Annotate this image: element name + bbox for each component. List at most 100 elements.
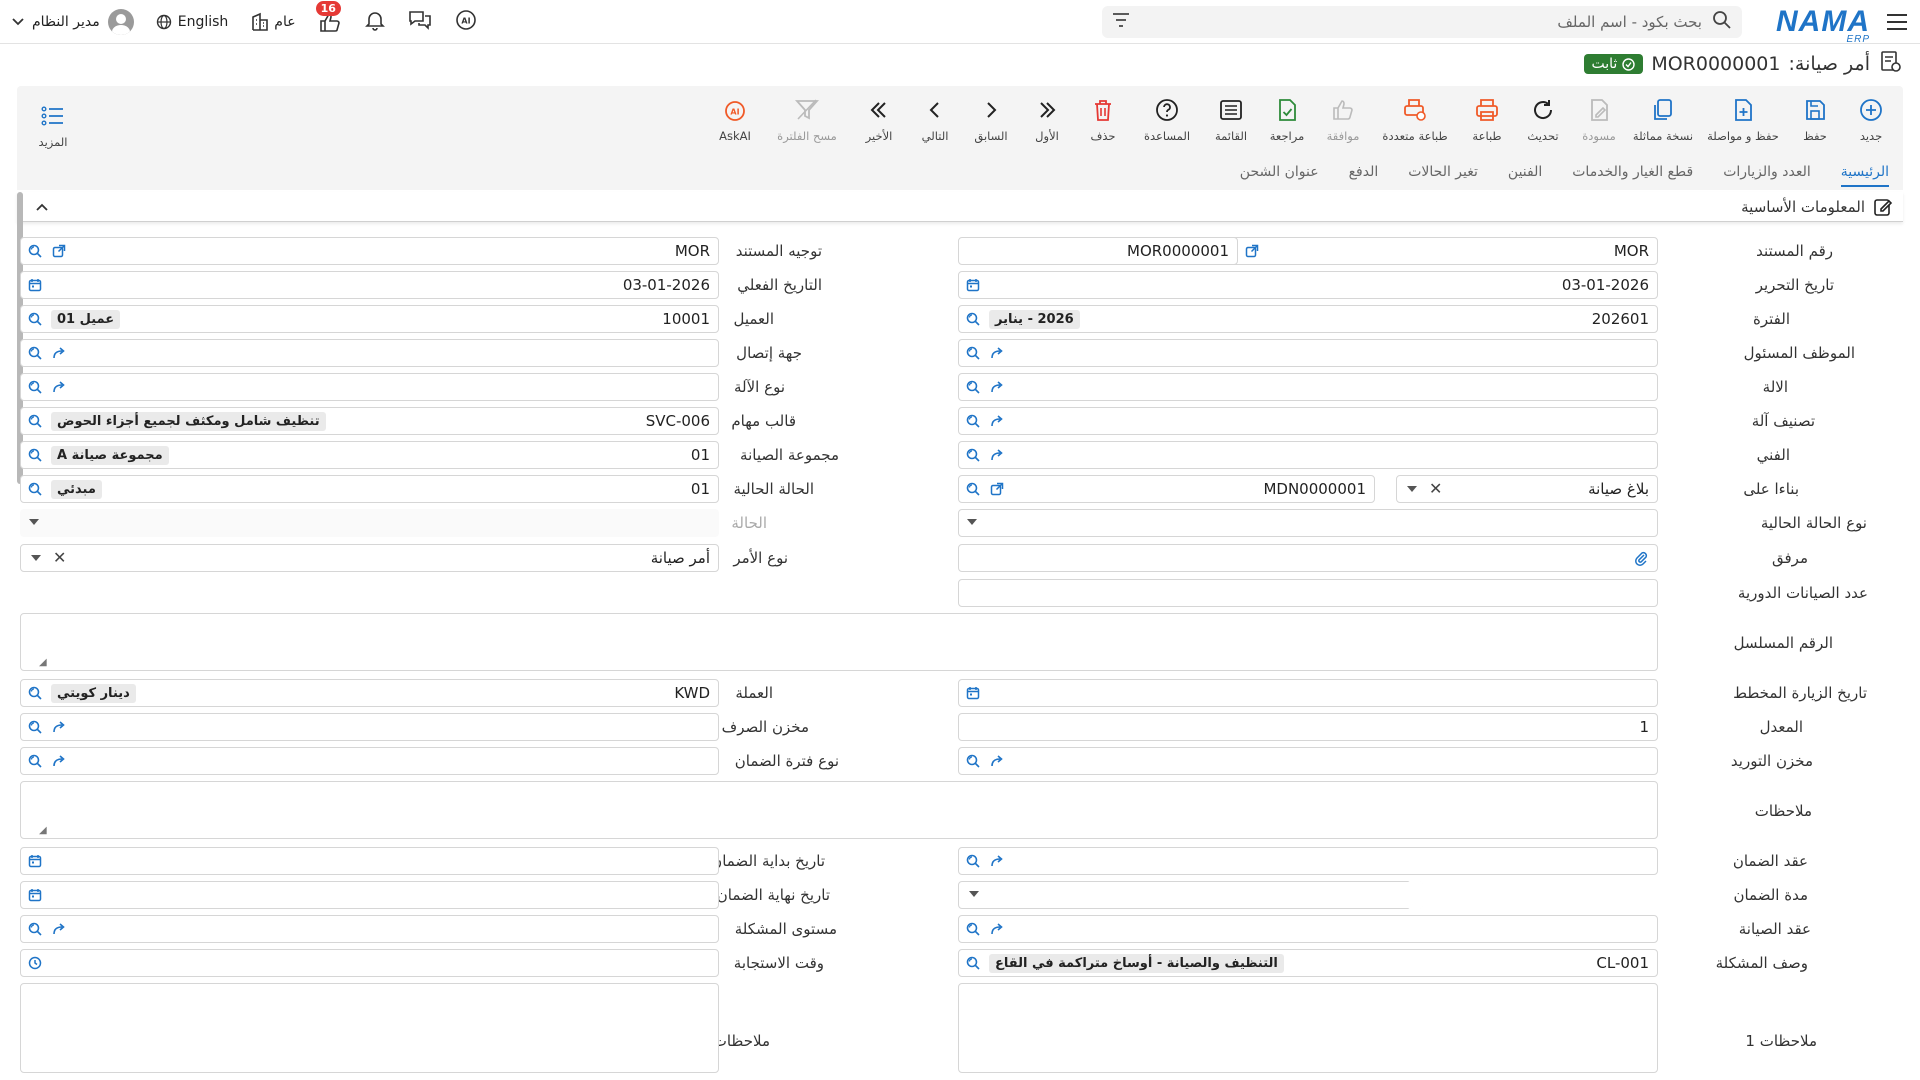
period-field[interactable]: 202601 2026 - يناير	[958, 305, 1658, 333]
current-status-type-select[interactable]	[958, 509, 1658, 537]
doc-number-field[interactable]: MOR0000001	[958, 237, 1238, 265]
warranty-start-label: تاريخ بداية الضمان	[711, 852, 825, 870]
edit-date-field[interactable]: 03-01-2026	[958, 271, 1658, 299]
bell-icon[interactable]	[364, 9, 386, 35]
based-on-type-field[interactable]: بلاغ صيانة ✕	[1396, 475, 1658, 503]
periodic-count-field[interactable]	[958, 579, 1658, 607]
tab-status-changes[interactable]: تغير الحالات	[1408, 164, 1478, 180]
svg-text:AI: AI	[730, 108, 739, 117]
tab-parts-services[interactable]: قطع الغيار والخدمات	[1572, 164, 1693, 180]
approve-button[interactable]: موافقة	[1315, 90, 1371, 150]
clear-icon[interactable]: ✕	[53, 548, 66, 567]
plus-circle-icon	[1860, 99, 1882, 121]
maintenance-group-field[interactable]: 01 مجموعة صيانة A	[20, 441, 719, 469]
issue-store-field[interactable]	[20, 713, 719, 741]
currency-field[interactable]: KWD دينار كويتي	[20, 679, 719, 707]
clear-filter-button[interactable]: مسح الفلترة	[763, 90, 851, 150]
language-switch[interactable]: English	[156, 14, 228, 30]
response-time-field[interactable]	[20, 949, 719, 977]
ai-icon[interactable]: AI	[454, 8, 478, 36]
hamburger-menu-icon[interactable]	[1884, 9, 1910, 35]
tab-counts-visits[interactable]: العدد والزيارات	[1723, 164, 1811, 180]
warranty-contract-field[interactable]	[958, 847, 1658, 875]
refresh-button[interactable]: تحديث	[1515, 90, 1571, 150]
duplicate-button[interactable]: نسخة مماثلة	[1627, 90, 1699, 150]
open-link-icon	[51, 243, 67, 259]
collapse-chevron-icon[interactable]	[35, 198, 49, 216]
next-button[interactable]: التالي	[907, 90, 963, 150]
calendar-icon	[27, 853, 43, 869]
notes1-textarea[interactable]	[958, 983, 1658, 1073]
user-menu[interactable]: مدير النظام	[12, 9, 134, 35]
machine-class-field[interactable]	[958, 407, 1658, 435]
warranty-duration-unit-select[interactable]	[958, 881, 1423, 909]
save-continue-button[interactable]: حفظ و مواصلة	[1699, 90, 1787, 150]
status-select[interactable]	[20, 509, 719, 537]
contact-field[interactable]	[20, 339, 719, 367]
draft-button[interactable]: مسودة	[1571, 90, 1627, 150]
based-on-doc-field[interactable]: MDN0000001	[958, 475, 1375, 503]
tab-technicians[interactable]: الفنين	[1508, 164, 1542, 180]
askai-button[interactable]: AI AskAI	[707, 90, 763, 150]
dropdown-arrow-icon[interactable]	[1407, 486, 1417, 492]
dropdown-arrow-icon[interactable]	[29, 519, 39, 525]
serial-textarea[interactable]: ◢	[20, 613, 1658, 671]
notes-textarea[interactable]: ◢	[20, 781, 1658, 839]
globe-icon	[156, 14, 171, 30]
previous-button[interactable]: السابق	[963, 90, 1019, 150]
customer-field[interactable]: 10001 عميل 01	[20, 305, 719, 333]
chat-icon[interactable]	[408, 9, 432, 35]
actual-date-field[interactable]: 03-01-2026	[20, 271, 719, 299]
machine-type-field[interactable]	[20, 373, 719, 401]
planned-visit-field[interactable]	[958, 679, 1658, 707]
save-button[interactable]: حفظ	[1787, 90, 1843, 150]
tab-main[interactable]: الرئيسية	[1840, 164, 1889, 187]
list-button[interactable]: القائمة	[1203, 90, 1259, 150]
attachment-field[interactable]	[958, 544, 1658, 572]
filter-icon[interactable]	[1112, 12, 1130, 32]
general-button[interactable]: عام	[250, 12, 296, 32]
rate-field[interactable]: 1	[958, 713, 1658, 741]
doc-number-prefix-field[interactable]: MOR	[1213, 237, 1658, 265]
problem-desc-name-tag: التنظيف والصيانة - أوساخ متراكمة في القا…	[989, 954, 1284, 973]
delete-button[interactable]: حذف	[1075, 90, 1131, 150]
review-button[interactable]: مراجعة	[1259, 90, 1315, 150]
warranty-period-type-field[interactable]	[20, 747, 719, 775]
warranty-end-field[interactable]	[20, 881, 719, 909]
warranty-start-field[interactable]	[20, 847, 719, 875]
search-input[interactable]	[1140, 12, 1702, 31]
current-status-field[interactable]: 01 مبدئي	[20, 475, 719, 503]
filter-off-icon	[794, 99, 820, 120]
tab-shipping-address[interactable]: عنوان الشحن	[1240, 164, 1319, 180]
paperclip-icon[interactable]	[1633, 550, 1649, 566]
supply-store-field[interactable]	[958, 747, 1658, 775]
task-template-field[interactable]: SVC-006 تنظيف شامل ومكثف لجميع أجزاء الح…	[20, 407, 719, 435]
dropdown-arrow-icon[interactable]	[969, 891, 979, 897]
responsible-employee-label: الموظف المسئول	[1743, 344, 1855, 362]
dropdown-arrow-icon[interactable]	[31, 555, 41, 561]
doc-direction-field[interactable]: MOR	[20, 237, 719, 265]
order-type-select[interactable]: أمر صيانة ✕	[20, 544, 719, 572]
multi-print-button[interactable]: طباعة متعددة	[1371, 90, 1459, 150]
last-button[interactable]: الأخير	[851, 90, 907, 150]
notes2-textarea[interactable]	[20, 983, 719, 1073]
nama-logo[interactable]: NAMA ERP	[1776, 5, 1870, 45]
clear-icon[interactable]: ✕	[1429, 479, 1442, 498]
print-button[interactable]: طباعة	[1459, 90, 1515, 150]
machine-field[interactable]	[958, 373, 1658, 401]
search-icon[interactable]	[1712, 10, 1732, 34]
tab-payment[interactable]: الدفع	[1349, 164, 1379, 180]
dropdown-arrow-icon[interactable]	[967, 519, 977, 525]
responsible-employee-field[interactable]	[958, 339, 1658, 367]
technician-field[interactable]	[958, 441, 1658, 469]
more-button[interactable]: المزيد	[25, 96, 81, 156]
new-button[interactable]: جديد	[1843, 90, 1899, 150]
help-button[interactable]: المساعدة	[1131, 90, 1203, 150]
tasks-button[interactable]: 16	[315, 1, 342, 33]
problem-level-field[interactable]	[20, 915, 719, 943]
search-icon	[27, 921, 43, 937]
maintenance-contract-field[interactable]	[958, 915, 1658, 943]
problem-desc-field[interactable]: CL-001 التنظيف والصيانة - أوساخ متراكمة …	[958, 949, 1658, 977]
first-button[interactable]: الأول	[1019, 90, 1075, 150]
page-title-bar: أمر صيانة: MOR0000001 ثابت	[0, 46, 1920, 82]
